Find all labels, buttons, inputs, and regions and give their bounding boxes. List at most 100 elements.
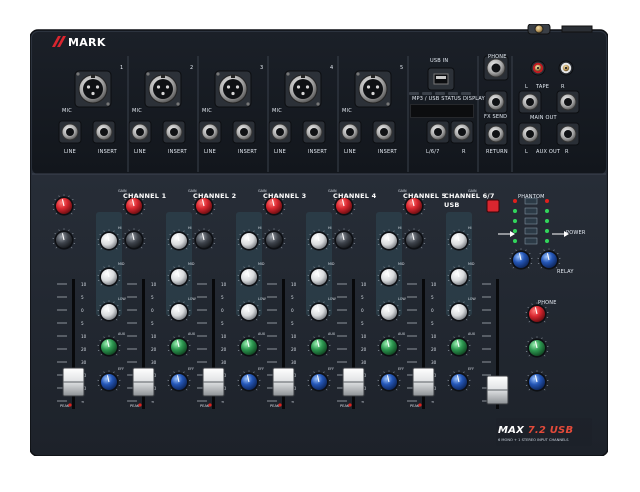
xlr-mic-input[interactable] bbox=[144, 70, 182, 108]
aux-label: AUX bbox=[188, 332, 196, 336]
xlr-mic-input[interactable] bbox=[284, 70, 322, 108]
peak-label: PEAK bbox=[340, 404, 350, 408]
aux-label: AUX bbox=[468, 332, 476, 336]
line-input-jack[interactable] bbox=[58, 120, 82, 144]
fader-scale-label: 5 bbox=[221, 321, 224, 326]
power-label: POWER bbox=[566, 230, 586, 236]
jack-hole bbox=[310, 128, 318, 136]
eff-label: EFF bbox=[118, 367, 124, 371]
fader-scale-label: 5 bbox=[151, 321, 154, 326]
line-input-jack[interactable] bbox=[198, 120, 222, 144]
usb-port[interactable] bbox=[427, 67, 455, 91]
xlr-pin bbox=[226, 85, 231, 89]
aux-out-left-jack[interactable] bbox=[518, 122, 542, 146]
phantom-switch[interactable] bbox=[486, 199, 500, 213]
channel-fader[interactable] bbox=[132, 367, 155, 397]
stereo-l-jack[interactable] bbox=[426, 120, 450, 144]
prev-button[interactable] bbox=[409, 92, 419, 95]
peak-label: PEAK bbox=[130, 404, 140, 408]
insert-jack[interactable] bbox=[232, 120, 256, 144]
tape-label: TAPE bbox=[536, 84, 550, 90]
aux-label: AUX bbox=[258, 332, 266, 336]
rear-channel-number: 2 bbox=[190, 65, 194, 71]
next-button[interactable] bbox=[435, 92, 445, 95]
phantom-label: PHANTOM bbox=[518, 194, 545, 200]
master-fader[interactable] bbox=[486, 375, 509, 405]
fader-scale-label: 20 bbox=[151, 347, 157, 352]
l-label: L bbox=[525, 149, 528, 155]
main-out-right-jack[interactable] bbox=[556, 90, 580, 114]
line-input-jack[interactable] bbox=[268, 120, 292, 144]
return-jack[interactable] bbox=[484, 122, 508, 146]
insert-jack[interactable] bbox=[372, 120, 396, 144]
aux-out-right-jack[interactable] bbox=[556, 122, 580, 146]
low-label: LOW bbox=[258, 297, 266, 301]
insert-jack[interactable] bbox=[162, 120, 186, 144]
fader-scale-label: 20 bbox=[81, 347, 87, 352]
mic-label: MIC bbox=[202, 108, 212, 114]
channel-label: CHANNEL 3 bbox=[263, 192, 307, 200]
tape-rca-left[interactable] bbox=[530, 60, 546, 76]
channel-fader[interactable] bbox=[412, 367, 435, 397]
channel-label: CHANNEL 6/7 bbox=[444, 192, 495, 200]
rca-pin bbox=[536, 66, 540, 70]
insert-jack[interactable] bbox=[302, 120, 326, 144]
xlr-pin bbox=[235, 85, 240, 89]
tape-rca-right[interactable] bbox=[558, 60, 574, 76]
xlr-mic-input[interactable] bbox=[354, 70, 392, 108]
mixer-svg: 105051020304050∞PEAKGAINHIMIDLOWAUXEFF10… bbox=[29, 23, 609, 457]
repeat-button[interactable] bbox=[461, 92, 471, 95]
insert-jack[interactable] bbox=[92, 120, 116, 144]
jack-hole bbox=[526, 98, 534, 106]
channel-fader[interactable] bbox=[62, 367, 85, 397]
jack-hole bbox=[491, 63, 501, 73]
fader-scale-label: 0 bbox=[81, 308, 84, 313]
low-label: LOW bbox=[398, 297, 406, 301]
insert-label: INSERT bbox=[308, 149, 327, 155]
eff-label: EFF bbox=[328, 367, 334, 371]
low-label: LOW bbox=[188, 297, 196, 301]
channel-fader[interactable] bbox=[272, 367, 295, 397]
usb-in-label: USB IN bbox=[430, 58, 449, 64]
peak-label: PEAK bbox=[270, 404, 280, 408]
aux-out-label: AUX OUT bbox=[536, 149, 561, 155]
fader-scale-label: 5 bbox=[291, 295, 294, 300]
model-subline: 6 MONO + 1 STEREO INPUT CHANNELS bbox=[498, 438, 569, 442]
hi-label: HI bbox=[118, 226, 122, 230]
fader-scale-label: ∞ bbox=[291, 399, 295, 404]
hi-label: HI bbox=[398, 226, 402, 230]
r-label: R bbox=[462, 149, 466, 155]
xlr-pin bbox=[375, 85, 380, 89]
fx-send-jack[interactable] bbox=[484, 90, 508, 114]
xlr-mic-input[interactable] bbox=[74, 70, 112, 108]
mic-label: MIC bbox=[272, 108, 282, 114]
fader-scale-label: 20 bbox=[431, 347, 437, 352]
xlr-screw bbox=[106, 102, 110, 106]
jack-hole bbox=[206, 128, 214, 136]
transport-key bbox=[435, 92, 445, 95]
line-input-jack[interactable] bbox=[128, 120, 152, 144]
main-out-left-jack[interactable] bbox=[518, 90, 542, 114]
meter-led bbox=[545, 229, 549, 233]
xlr-pin bbox=[95, 85, 100, 89]
play-button[interactable] bbox=[422, 92, 432, 95]
mode-button[interactable] bbox=[448, 92, 458, 95]
fader-scale-label: 0 bbox=[221, 308, 224, 313]
jack-hole bbox=[240, 128, 248, 136]
channel-fader[interactable] bbox=[342, 367, 365, 397]
channel-label: CHANNEL 2 bbox=[193, 192, 237, 200]
rear-channel-number: 3 bbox=[260, 65, 264, 71]
xlr-latch bbox=[301, 75, 305, 78]
channel-fader[interactable] bbox=[202, 367, 225, 397]
meter-led bbox=[545, 199, 549, 203]
hi-label: HI bbox=[188, 226, 192, 230]
jack-hole bbox=[434, 128, 442, 136]
stereo-r-jack[interactable] bbox=[450, 120, 474, 144]
fader-scale-label: 10 bbox=[221, 334, 227, 339]
xlr-hole bbox=[83, 79, 103, 99]
xlr-pin bbox=[231, 91, 235, 96]
jack-hole bbox=[380, 128, 388, 136]
rear-channel-number: 1 bbox=[120, 65, 124, 71]
line-input-jack[interactable] bbox=[338, 120, 362, 144]
xlr-mic-input[interactable] bbox=[214, 70, 252, 108]
